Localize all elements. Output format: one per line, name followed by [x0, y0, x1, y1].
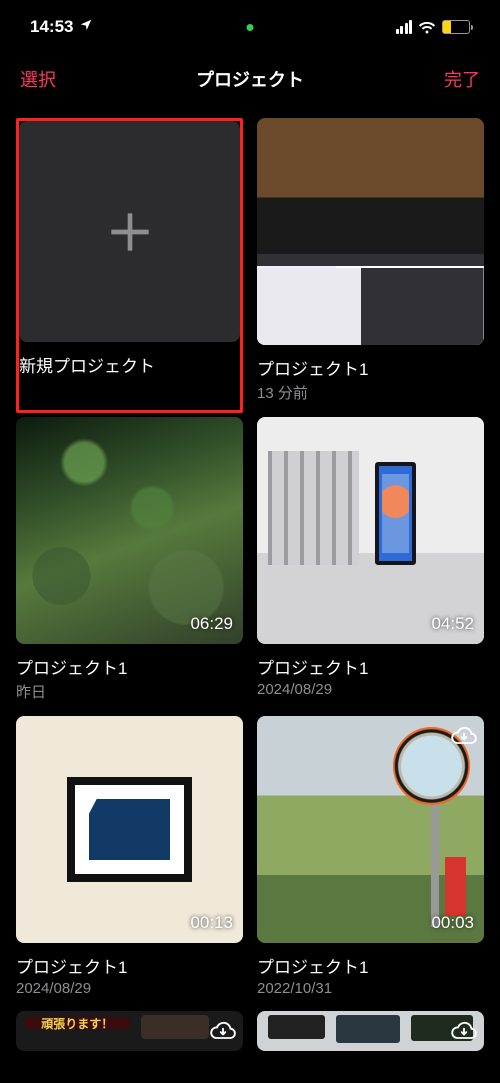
project-card[interactable]: 00:13 プロジェクト1 2024/08/29 — [16, 716, 243, 997]
project-thumbnail[interactable]: 00:13 — [16, 716, 243, 943]
status-left: 14:53 — [30, 17, 93, 37]
project-thumbnail[interactable]: 00:03 — [257, 716, 484, 943]
project-thumbnail[interactable]: 03:16 — [257, 118, 484, 345]
project-grid: 新規プロジェクト 03:16 プロジェクト1 13 分前 06:29 プロジェク… — [0, 104, 500, 1065]
project-title: プロジェクト1 — [257, 355, 484, 380]
project-subtitle: 2024/08/29 — [16, 980, 243, 997]
camera-indicator — [247, 24, 254, 31]
project-subtitle: 2024/08/29 — [257, 681, 484, 698]
status-bar: 14:53 — [0, 0, 500, 54]
duration-label: 06:29 — [190, 614, 233, 634]
project-card[interactable] — [257, 1011, 484, 1051]
project-thumbnail[interactable]: 04:52 — [257, 417, 484, 644]
duration-label: 04:52 — [431, 614, 474, 634]
project-card[interactable]: 03:16 プロジェクト1 13 分前 — [257, 118, 484, 403]
project-card[interactable]: 頑張ります！ — [16, 1011, 243, 1051]
project-subtitle: 13 分前 — [257, 382, 484, 403]
select-button[interactable]: 選択 — [20, 66, 56, 92]
project-title: プロジェクト1 — [16, 953, 243, 978]
new-project-label: 新規プロジェクト — [19, 352, 240, 377]
project-card[interactable]: 04:52 プロジェクト1 2024/08/29 — [257, 417, 484, 702]
project-title: プロジェクト1 — [257, 953, 484, 978]
wifi-icon — [418, 20, 436, 34]
project-card[interactable]: 00:03 プロジェクト1 2022/10/31 — [257, 716, 484, 997]
project-title: プロジェクト1 — [257, 654, 484, 679]
project-thumbnail[interactable]: 06:29 — [16, 417, 243, 644]
project-card[interactable]: 06:29 プロジェクト1 昨日 — [16, 417, 243, 702]
project-title: プロジェクト1 — [16, 654, 243, 679]
project-subtitle: 2022/10/31 — [257, 980, 484, 997]
location-icon — [79, 17, 93, 37]
project-thumbnail[interactable]: 頑張ります！ — [16, 1011, 243, 1051]
duration-label: 00:13 — [190, 913, 233, 933]
status-right — [396, 20, 471, 34]
cloud-download-icon[interactable] — [450, 1017, 478, 1045]
page-title: プロジェクト — [196, 66, 304, 92]
done-button[interactable]: 完了 — [444, 66, 480, 92]
duration-label: 03:16 — [431, 315, 474, 335]
plus-icon — [102, 204, 158, 260]
project-subtitle: 昨日 — [16, 681, 243, 702]
battery-icon — [442, 20, 470, 34]
cloud-download-icon[interactable] — [450, 722, 478, 750]
thumbnail-text: 頑張ります！ — [25, 1017, 129, 1029]
new-project-card[interactable]: 新規プロジェクト — [16, 118, 243, 413]
project-thumbnail[interactable] — [257, 1011, 484, 1051]
nav-bar: 選択 プロジェクト 完了 — [0, 54, 500, 104]
status-time: 14:53 — [30, 17, 73, 37]
cellular-icon — [396, 20, 413, 34]
duration-label: 00:03 — [431, 913, 474, 933]
cloud-download-icon[interactable] — [209, 1017, 237, 1045]
new-project-thumb[interactable] — [19, 121, 240, 342]
